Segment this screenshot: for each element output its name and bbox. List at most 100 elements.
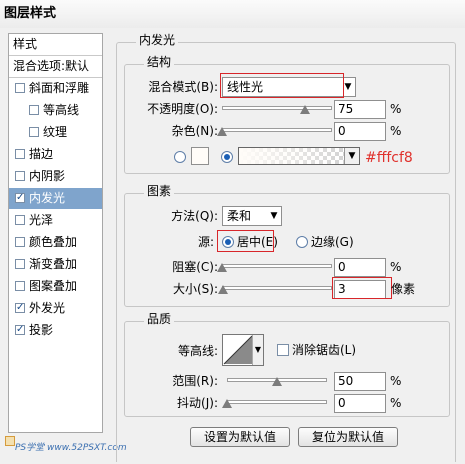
choke-slider[interactable] bbox=[222, 264, 332, 268]
method-label: 方法(Q): bbox=[171, 209, 218, 223]
section-title: 内发光 bbox=[136, 33, 179, 47]
size-label: 大小(S): bbox=[172, 282, 218, 296]
chevron-down-icon: ▼ bbox=[344, 148, 359, 164]
sidebar-item-label: 内阴影 bbox=[29, 169, 66, 183]
jitter-input[interactable]: 0 bbox=[334, 394, 386, 413]
highlight-source-center bbox=[217, 230, 274, 252]
sidebar-item-label: 等高线 bbox=[43, 103, 80, 117]
highlight-blend-mode bbox=[220, 73, 344, 98]
checkbox-icon[interactable] bbox=[15, 215, 25, 225]
checkbox-checked-icon[interactable]: ✓ bbox=[15, 303, 25, 313]
highlight-size bbox=[332, 277, 392, 299]
sidebar-item[interactable]: 描边 bbox=[9, 144, 102, 165]
elements-title: 图素 bbox=[144, 184, 175, 198]
opacity-label: 不透明度(O): bbox=[147, 102, 218, 116]
sidebar-item-label: 混合选项:默认 bbox=[13, 59, 90, 73]
choke-percent-sign: % bbox=[390, 260, 402, 274]
size-slider[interactable] bbox=[222, 286, 332, 290]
sidebar-item[interactable]: 样式 bbox=[9, 34, 102, 56]
checkbox-icon[interactable] bbox=[15, 149, 25, 159]
color-swatch[interactable] bbox=[191, 147, 209, 165]
sidebar-item[interactable]: 内阴影 bbox=[9, 166, 102, 187]
noise-slider[interactable] bbox=[222, 128, 332, 132]
sidebar-item-label: 图案叠加 bbox=[29, 279, 78, 293]
gradient-picker[interactable]: ▼ bbox=[238, 147, 360, 165]
reset-default-button[interactable]: 复位为默认值 bbox=[298, 427, 398, 447]
sidebar-item[interactable]: 等高线 bbox=[9, 100, 102, 121]
sidebar-item-label: 内发光 bbox=[29, 191, 66, 205]
checkbox-icon[interactable] bbox=[15, 259, 25, 269]
opacity-slider-thumb[interactable] bbox=[299, 105, 310, 114]
checkbox-icon[interactable] bbox=[29, 127, 39, 137]
sidebar-item[interactable]: 纹理 bbox=[9, 122, 102, 143]
checkbox-icon[interactable] bbox=[29, 105, 39, 115]
structure-title: 结构 bbox=[144, 55, 175, 69]
range-slider-thumb[interactable] bbox=[272, 377, 282, 386]
method-value: 柔和 bbox=[227, 209, 252, 223]
checkbox-checked-icon[interactable]: ✓ bbox=[15, 325, 25, 335]
opacity-slider[interactable] bbox=[222, 106, 332, 110]
method-select[interactable]: 柔和 ▼ bbox=[222, 206, 282, 226]
sidebar-item-label: 投影 bbox=[29, 323, 54, 337]
sidebar-item-label: 纹理 bbox=[43, 125, 68, 139]
contour-label: 等高线: bbox=[177, 344, 218, 358]
sidebar-item[interactable]: ✓ 投影 bbox=[9, 320, 102, 341]
jitter-slider-thumb[interactable] bbox=[222, 399, 232, 408]
noise-label: 杂色(N): bbox=[171, 124, 218, 138]
checkbox-icon[interactable] bbox=[15, 237, 25, 247]
checkbox-checked-icon[interactable]: ✓ bbox=[15, 193, 25, 203]
contour-picker[interactable]: ▼ bbox=[222, 334, 264, 366]
sidebar-item-label: 样式 bbox=[13, 37, 38, 51]
range-percent-sign: % bbox=[390, 374, 402, 388]
size-unit: 像素 bbox=[391, 282, 416, 296]
style-list: 样式混合选项:默认斜面和浮雕等高线纹理描边内阴影 ✓ 内发光光泽颜色叠加渐变叠加图案… bbox=[8, 33, 103, 433]
solid-color-radio[interactable] bbox=[174, 151, 186, 163]
sidebar-item-label: 颜色叠加 bbox=[29, 235, 78, 249]
checkbox-icon[interactable] bbox=[15, 83, 25, 93]
blend-mode-label: 混合模式(B): bbox=[148, 80, 218, 94]
gradient-radio[interactable] bbox=[221, 151, 233, 163]
range-input[interactable]: 50 bbox=[334, 372, 386, 391]
sidebar-item-label: 光泽 bbox=[29, 213, 54, 227]
noise-slider-thumb[interactable] bbox=[217, 127, 227, 136]
sidebar-item-label: 外发光 bbox=[29, 301, 66, 315]
jitter-label: 抖动(J): bbox=[177, 396, 218, 410]
checkbox-icon[interactable] bbox=[15, 281, 25, 291]
sidebar-item[interactable]: 图案叠加 bbox=[9, 276, 102, 297]
opacity-input[interactable]: 75 bbox=[334, 100, 386, 119]
color-annotation: #fffcf8 bbox=[365, 150, 413, 166]
noise-input[interactable]: 0 bbox=[334, 122, 386, 141]
source-edge-label[interactable]: 边缘(G) bbox=[311, 234, 354, 250]
sidebar-item[interactable]: 混合选项:默认 bbox=[9, 56, 102, 78]
sidebar-item[interactable]: 光泽 bbox=[9, 210, 102, 231]
source-edge-radio[interactable] bbox=[296, 236, 308, 248]
jitter-percent-sign: % bbox=[390, 396, 402, 410]
window-title: 图层样式 bbox=[0, 0, 465, 28]
watermark-text: PS学堂 www.52PSXT.com bbox=[15, 443, 127, 453]
antialias-checkbox[interactable] bbox=[277, 344, 289, 356]
choke-label: 阻塞(C): bbox=[172, 260, 218, 274]
sidebar-item[interactable]: 渐变叠加 bbox=[9, 254, 102, 275]
choke-input[interactable]: 0 bbox=[334, 258, 386, 277]
source-label: 源: bbox=[197, 235, 214, 249]
sidebar-item[interactable]: 斜面和浮雕 bbox=[9, 78, 102, 99]
chevron-down-icon: ▼ bbox=[270, 211, 278, 221]
sidebar-item-label: 描边 bbox=[29, 147, 54, 161]
sidebar-item[interactable]: 颜色叠加 bbox=[9, 232, 102, 253]
jitter-slider[interactable] bbox=[227, 400, 327, 404]
sidebar-item[interactable]: ✓ 外发光 bbox=[9, 298, 102, 319]
antialias-label[interactable]: 消除锯齿(L) bbox=[292, 342, 356, 358]
contour-curve-icon bbox=[223, 335, 253, 365]
checkbox-icon[interactable] bbox=[15, 171, 25, 181]
quality-title: 品质 bbox=[144, 312, 175, 326]
chevron-down-icon: ▼ bbox=[252, 335, 263, 365]
sidebar-item-label: 渐变叠加 bbox=[29, 257, 78, 271]
size-slider-thumb[interactable] bbox=[218, 285, 229, 294]
choke-slider-thumb[interactable] bbox=[217, 263, 227, 272]
sidebar-item-label: 斜面和浮雕 bbox=[29, 81, 90, 95]
range-label: 范围(R): bbox=[172, 374, 218, 388]
sidebar-item[interactable]: ✓ 内发光 bbox=[9, 188, 102, 209]
opacity-percent-sign: % bbox=[390, 102, 402, 116]
set-default-button[interactable]: 设置为默认值 bbox=[190, 427, 290, 447]
noise-percent-sign: % bbox=[390, 124, 402, 138]
